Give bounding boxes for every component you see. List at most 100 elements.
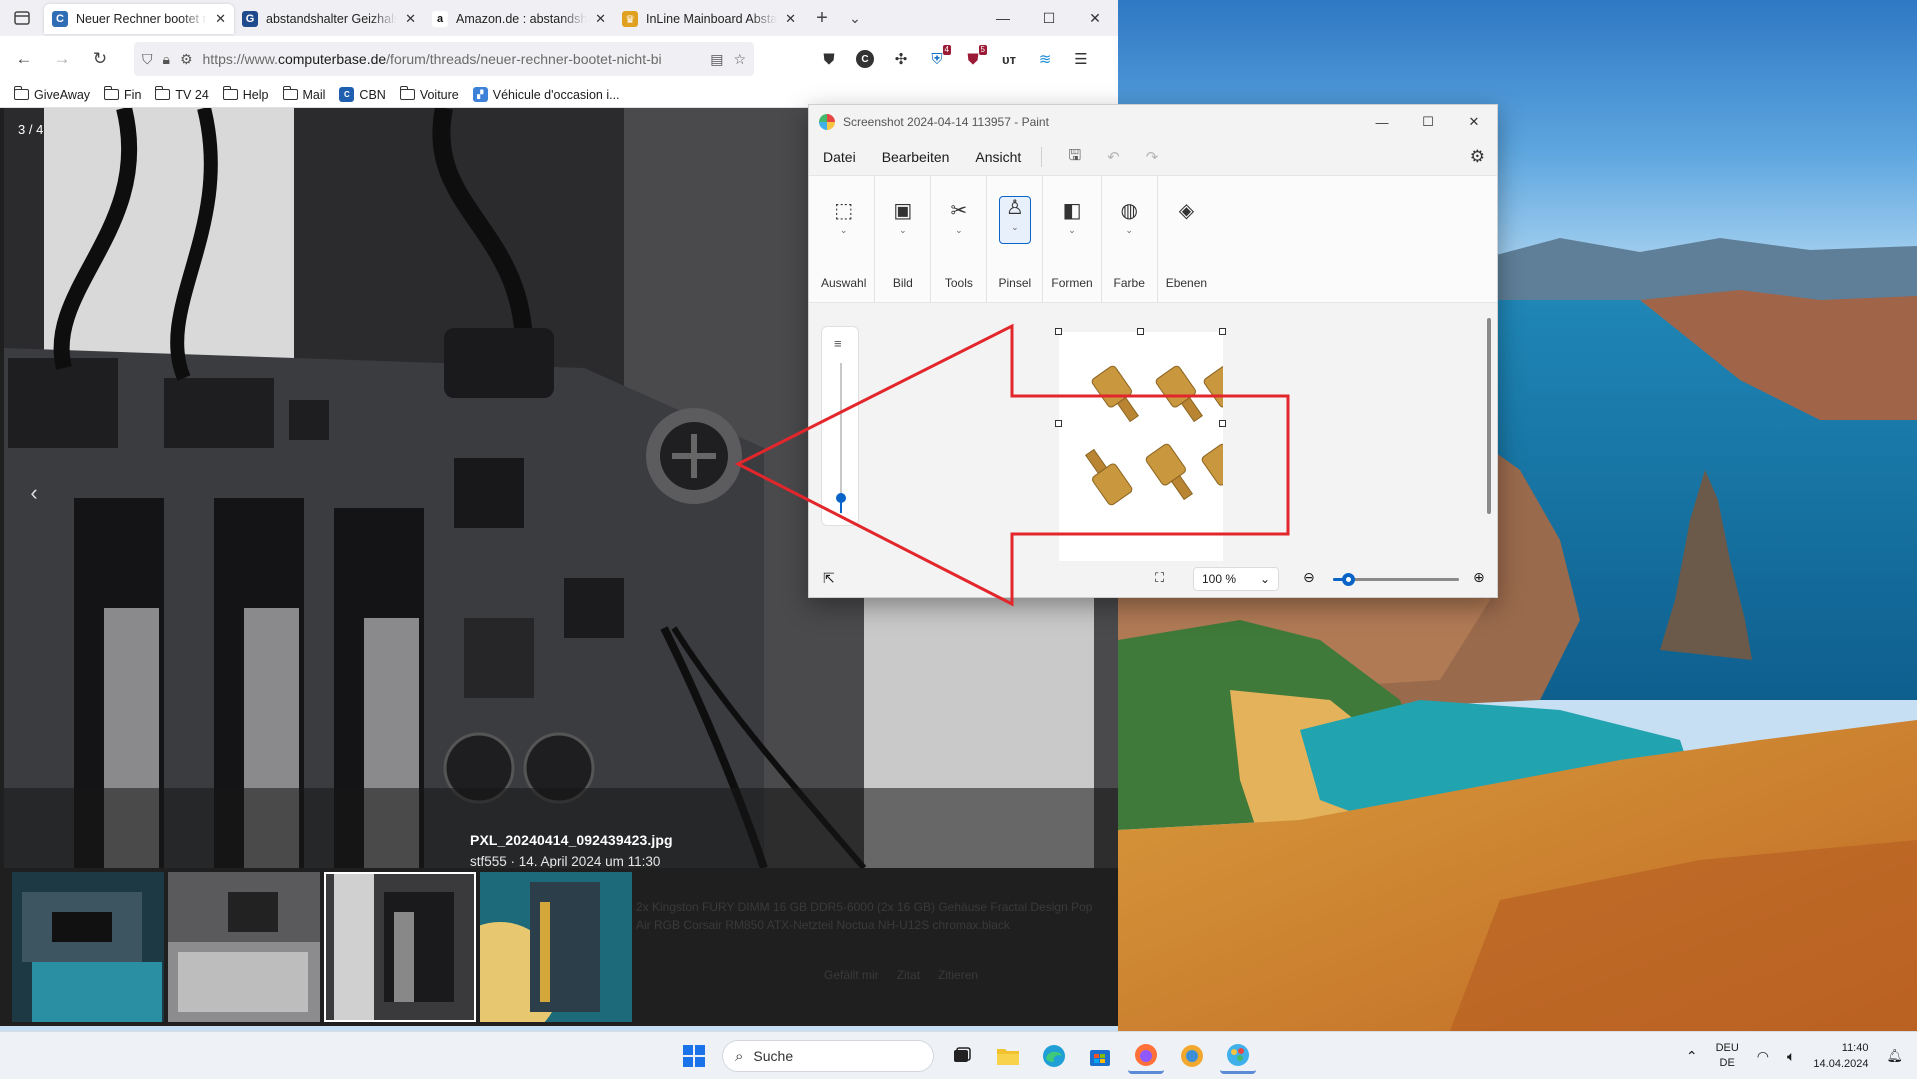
bookmark-vehicule[interactable]: ▞ Véhicule d'occasion i...	[472, 87, 620, 102]
firefox-view-button[interactable]	[0, 0, 44, 36]
bookmark-voiture[interactable]: Voiture	[399, 86, 459, 102]
bookmark-mail[interactable]: Mail	[282, 86, 325, 102]
chevron-up-icon[interactable]: ⌃	[1686, 1048, 1698, 1065]
extensions-puzzle-icon[interactable]: ✣	[888, 46, 914, 72]
settings-gear-icon[interactable]: ⚙︎	[1470, 147, 1485, 167]
selection-icon: ⬚ ⌄	[830, 200, 858, 242]
menu-datei[interactable]: Datei	[823, 149, 856, 165]
paint-icon	[1227, 1043, 1249, 1066]
tab-close-icon[interactable]: ✕	[215, 11, 226, 27]
taskbar-search-box[interactable]: ⌕ Suche	[722, 1040, 934, 1072]
tab-close-icon[interactable]: ✕	[785, 11, 796, 27]
tab-inline[interactable]: ♛ InLine Mainboard Abstandshalter ✕	[614, 4, 804, 34]
clock[interactable]: 11:40 14.04.2024	[1813, 1040, 1868, 1072]
zoom-out-icon[interactable]: ⊖	[1303, 569, 1315, 586]
back-button[interactable]: ←	[6, 43, 42, 75]
thumbnail-4[interactable]	[480, 872, 632, 1022]
url-text[interactable]: https://www.computerbase.de/forum/thread…	[203, 51, 701, 67]
ribbon-label: Farbe	[1113, 276, 1145, 290]
paint-titlebar: Screenshot 2024-04-14 113957 - Paint — ☐…	[809, 105, 1497, 139]
tab-title: abstandshalter Geizhals Deutschland	[266, 12, 398, 26]
resize-handle[interactable]	[1055, 328, 1062, 335]
pocket-icon[interactable]: ⛊	[816, 46, 842, 72]
firefox-button[interactable]	[1128, 1038, 1164, 1074]
permissions-icon[interactable]: ⚙︎	[180, 51, 193, 68]
ribbon-group-farbe[interactable]: ◍ ⌄ Farbe	[1102, 176, 1158, 302]
task-view-button[interactable]	[944, 1038, 980, 1074]
ublock-icon[interactable]: ⛊ 5	[960, 45, 987, 72]
forward-button[interactable]: →	[44, 43, 80, 75]
thumbnail-3-active[interactable]	[324, 872, 476, 1022]
start-button[interactable]	[676, 1038, 712, 1074]
zoom-dropdown[interactable]: 100 % ⌄	[1193, 567, 1279, 591]
paint-taskbar-button[interactable]	[1220, 1038, 1256, 1074]
tab-close-icon[interactable]: ✕	[405, 11, 416, 27]
reader-view-icon[interactable]: ▤	[710, 51, 723, 68]
zoom-in-icon[interactable]: ⊕	[1473, 569, 1485, 586]
fit-to-window-icon[interactable]: ⛶	[1155, 570, 1164, 586]
notification-bell-icon[interactable]: 🔔︎	[1886, 1048, 1903, 1064]
extension-ut-icon[interactable]: ᴜᴛ	[996, 46, 1022, 72]
ribbon-group-formen[interactable]: ◧ ⌄ Formen	[1043, 176, 1102, 302]
reload-button[interactable]: ↻	[82, 43, 118, 75]
ribbon-group-ebenen[interactable]: ◈ Ebenen	[1158, 176, 1215, 302]
volume-icon[interactable]: 🔈︎	[1787, 1048, 1795, 1065]
edge-button[interactable]	[1036, 1038, 1072, 1074]
bookmark-help[interactable]: Help	[222, 86, 269, 102]
close-window-button[interactable]: ✕	[1072, 0, 1118, 36]
list-all-tabs-button[interactable]: ⌄	[840, 10, 870, 27]
previous-image-button[interactable]: ‹	[14, 473, 54, 513]
zoom-slider[interactable]	[1333, 573, 1459, 586]
store-button[interactable]	[1082, 1038, 1118, 1074]
bitwarden-icon[interactable]: ⛨ 4	[924, 45, 951, 72]
resize-handle[interactable]	[1055, 420, 1062, 427]
file-explorer-button[interactable]	[990, 1038, 1026, 1074]
bookmark-tv24[interactable]: TV 24	[155, 86, 209, 102]
tab-geizhals[interactable]: G abstandshalter Geizhals Deutschland ✕	[234, 4, 424, 34]
new-tab-button[interactable]: +	[804, 7, 840, 30]
ribbon-group-bild[interactable]: ▣ ⌄ Bild	[875, 176, 932, 302]
paint-minimize-button[interactable]: —	[1359, 105, 1405, 139]
bookmark-giveaway[interactable]: GiveAway	[14, 86, 90, 102]
hamburger-menu-icon[interactable]: ☰	[1068, 46, 1094, 72]
chevron-down-icon: ⌄	[1259, 572, 1270, 586]
address-bar[interactable]: ⛉ 🔒︎ ⚙︎ https://www.computerbase.de/foru…	[134, 42, 754, 76]
ribbon-group-pinsel[interactable]: ♙ ⌄ Pinsel	[987, 176, 1044, 302]
thumbnail-2[interactable]	[168, 872, 320, 1022]
bookmark-star-icon[interactable]: ☆	[733, 51, 746, 68]
save-icon[interactable]: 🖫︎	[1068, 145, 1081, 170]
bookmark-fin[interactable]: Fin	[104, 86, 141, 102]
brush-size-slider[interactable]: ≡	[821, 326, 859, 526]
brush-size-knob[interactable]	[836, 493, 846, 503]
minimize-button[interactable]: —	[980, 0, 1026, 36]
tab-close-icon[interactable]: ✕	[595, 11, 606, 27]
menu-ansicht[interactable]: Ansicht	[975, 149, 1021, 165]
extension-wave-icon[interactable]: ≋	[1032, 46, 1058, 72]
canvas-vertical-scrollbar[interactable]	[1487, 310, 1491, 554]
resize-handle[interactable]	[1219, 420, 1226, 427]
zoom-slider-knob[interactable]	[1342, 573, 1356, 586]
paint-maximize-button[interactable]: ☐	[1405, 105, 1451, 139]
tab-amazon[interactable]: a Amazon.de : abstandshalter ✕	[424, 4, 614, 34]
redo-icon[interactable]: ↷	[1146, 148, 1159, 166]
tab-neuer-rechner[interactable]: C Neuer Rechner bootet nicht ✕	[44, 4, 234, 34]
input-language[interactable]: DEU DE	[1716, 1041, 1739, 1071]
maximize-button[interactable]: ☐	[1026, 0, 1072, 36]
paint-image-canvas[interactable]	[1059, 332, 1244, 563]
resize-handle[interactable]	[1219, 328, 1226, 335]
wifi-icon[interactable]: ◠	[1757, 1048, 1769, 1065]
tracking-protection-icon[interactable]: ⛉	[142, 51, 153, 68]
thumbnail-1[interactable]	[12, 872, 164, 1022]
bookmark-cbn[interactable]: C CBN	[339, 87, 386, 102]
lock-icon[interactable]: 🔒︎	[163, 51, 170, 68]
resize-handle[interactable]	[1137, 328, 1144, 335]
window-controls: — ☐ ✕	[980, 0, 1118, 36]
extension-c-icon[interactable]: C	[852, 46, 878, 72]
scrollbar-thumb[interactable]	[1487, 318, 1491, 514]
paint-close-button[interactable]: ✕	[1451, 105, 1497, 139]
app-button-globe[interactable]	[1174, 1038, 1210, 1074]
menu-bearbeiten[interactable]: Bearbeiten	[882, 149, 950, 165]
ribbon-group-tools[interactable]: ✂ ⌄ Tools	[931, 176, 988, 302]
undo-icon[interactable]: ↶	[1107, 148, 1120, 166]
ribbon-group-auswahl[interactable]: ⬚ ⌄ Auswahl	[813, 176, 876, 302]
